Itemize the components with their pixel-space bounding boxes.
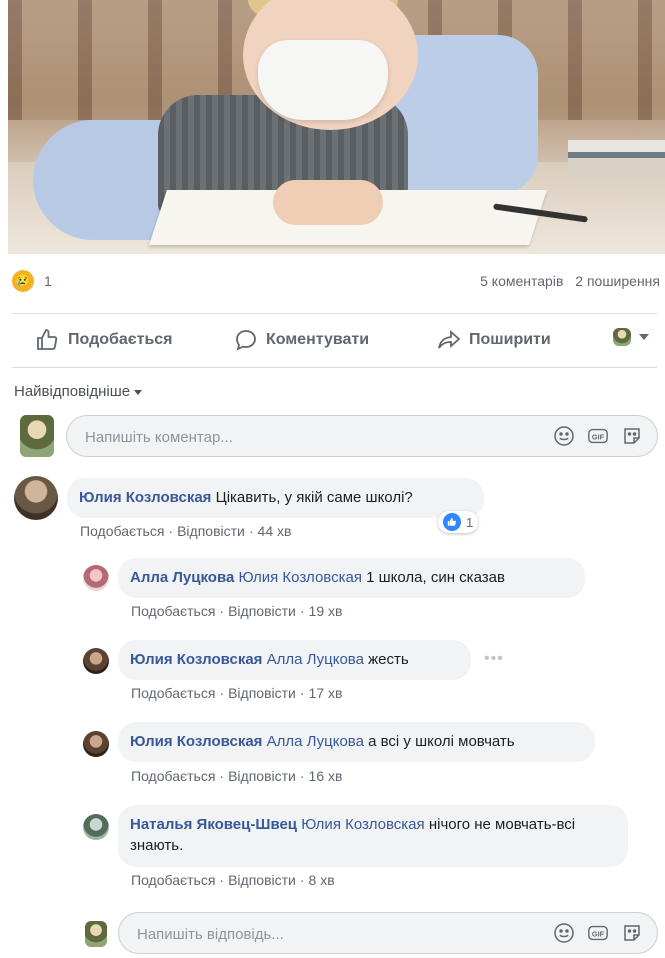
like-reaction-icon [443,513,461,531]
comment-input-box[interactable]: GIF [66,415,658,458]
sad-reaction-icon[interactable]: 😢 [12,270,34,292]
like-button[interactable]: Подобається [36,322,173,358]
sort-label: Найвідповідніше [14,383,131,400]
reply-reply-link[interactable]: Відповісти [228,768,296,784]
share-button[interactable]: Поширити [437,322,551,358]
sticker-icon[interactable] [621,425,643,447]
sticker-icon[interactable] [621,922,643,944]
reply-meta: Подобається · Відповісти · 8 хв [131,872,335,888]
reply-reply-link[interactable]: Відповісти [228,603,296,619]
reply-text: а всі у школі мовчать [368,733,515,750]
comments-count[interactable]: 5 коментарів [480,273,563,289]
divider [12,313,657,314]
svg-text:GIF: GIF [592,930,605,939]
comment-sort-dropdown[interactable]: Найвідповідніше [14,383,143,400]
gif-icon[interactable]: GIF [587,922,609,944]
reply-mention[interactable]: Алла Луцкова [267,651,364,668]
like-button-label: Подобається [68,331,173,348]
reply-like-link[interactable]: Подобається [131,685,215,701]
reply-bubble: Алла Луцкова Юлия Козловская 1 школа, си… [118,558,585,598]
chevron-down-icon [639,334,649,340]
current-user-avatar[interactable] [85,921,107,947]
reply-timestamp[interactable]: 19 хв [309,603,343,619]
reply-like-link[interactable]: Подобається [131,872,215,888]
audience-selector[interactable] [613,328,649,346]
reply-text: 1 школа, син сказав [366,569,505,586]
svg-text:GIF: GIF [592,433,605,442]
comment-button-label: Коментувати [266,331,370,348]
caret-down-icon [134,389,143,395]
share-button-label: Поширити [469,331,551,348]
comment-like-count: 1 [466,514,474,530]
divider [12,367,657,368]
reply-like-link[interactable]: Подобається [131,768,215,784]
shares-count[interactable]: 2 поширення [575,273,660,289]
comment-button[interactable]: Коментувати [234,322,369,358]
reply-avatar[interactable] [83,814,109,840]
comment-bubble: Юлия Козловская Цікавить, у якій саме шк… [67,478,484,518]
comment-timestamp[interactable]: 44 хв [258,523,292,539]
reply-like-link[interactable]: Подобається [131,603,215,619]
reply-bubble: Наталья Яковец-Швец Юлия Козловская нічо… [118,805,628,867]
reply-meta: Подобається · Відповісти · 19 хв [131,603,343,619]
comment-reply-link[interactable]: Відповісти [177,523,245,539]
reply-timestamp[interactable]: 16 хв [309,768,343,784]
comment-author[interactable]: Юлия Козловская [79,489,211,506]
reply-text: жесть [368,651,409,668]
reply-meta: Подобається · Відповісти · 16 хв [131,768,343,784]
reaction-count[interactable]: 1 [44,273,52,289]
reactions-summary: 😢 1 5 коментарів 2 поширення [12,268,660,296]
reply-timestamp[interactable]: 17 хв [309,685,343,701]
reply-meta: Подобається · Відповісти · 17 хв [131,685,343,701]
reply-input[interactable] [135,913,462,955]
reply-author[interactable]: Юлия Козловская [130,651,262,668]
thumbs-up-icon [37,329,58,350]
page-avatar [613,328,631,346]
reply-avatar[interactable] [83,731,109,757]
reply-author[interactable]: Юлия Козловская [130,733,262,750]
comment-input[interactable] [83,416,441,458]
comment-like-link[interactable]: Подобається [80,523,164,539]
reply-avatar[interactable] [83,648,109,674]
speech-bubble-icon [236,330,256,351]
reply-mention[interactable]: Юлия Козловская [239,569,362,586]
comment-like-badge[interactable]: 1 [438,511,479,533]
comment-text: Цікавить, у якій саме школі? [215,489,413,506]
gif-icon[interactable]: GIF [587,425,609,447]
commenter-avatar[interactable] [14,476,58,520]
reply-mention[interactable]: Юлия Козловская [301,816,424,833]
comment-meta: Подобається · Відповісти · 44 хв [80,523,292,539]
more-options-icon[interactable]: ••• [484,650,504,668]
reply-avatar[interactable] [83,565,109,591]
post-action-bar: Подобається Коментувати Поширити [12,322,657,358]
reply-reply-link[interactable]: Відповісти [228,685,296,701]
reply-author[interactable]: Наталья Яковец-Швец [130,816,297,833]
reply-author[interactable]: Алла Луцкова [130,569,234,586]
reply-bubble: Юлия Козловская Алла Луцкова жесть [118,640,471,680]
reply-timestamp[interactable]: 8 хв [309,872,335,888]
reply-reply-link[interactable]: Відповісти [228,872,296,888]
post-photo[interactable] [8,0,665,254]
emoji-icon[interactable] [553,922,575,944]
reply-bubble: Юлия Козловская Алла Луцкова а всі у шко… [118,722,595,762]
emoji-icon[interactable] [553,425,575,447]
share-arrow-icon [438,330,461,349]
current-user-avatar[interactable] [20,415,54,457]
reply-mention[interactable]: Алла Луцкова [267,733,364,750]
reply-input-box[interactable]: GIF [118,912,658,955]
